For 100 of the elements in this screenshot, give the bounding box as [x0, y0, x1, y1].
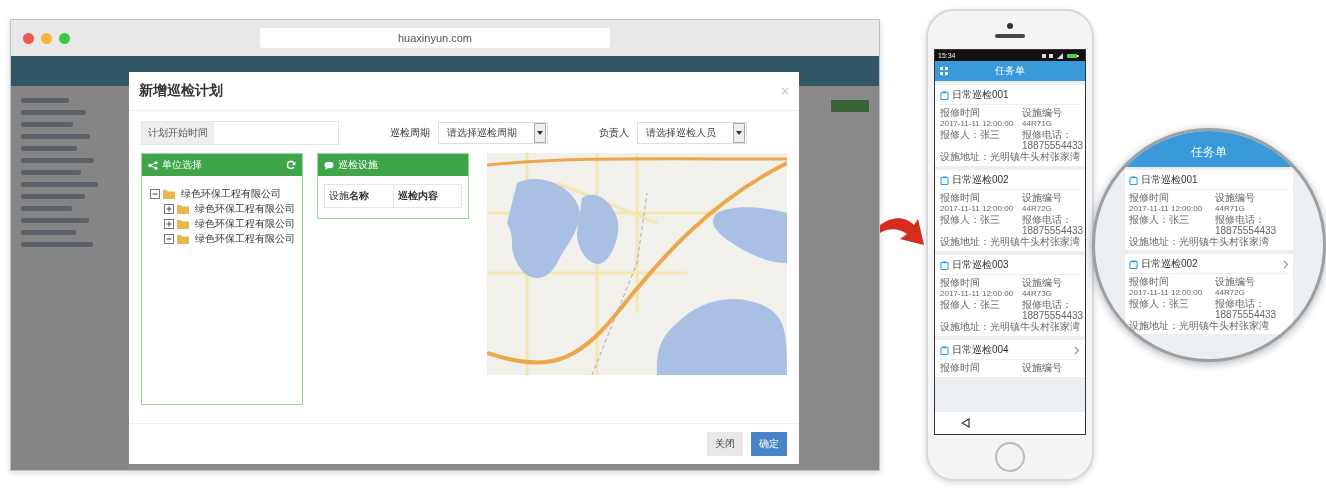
menu-item-placeholder [21, 218, 89, 223]
task-title: 日常巡检001 [952, 88, 1009, 102]
grid-icon[interactable] [940, 67, 948, 75]
share-icon [148, 160, 158, 170]
task-title: 日常巡检002 [1141, 257, 1198, 271]
address-text: 设施地址：光明镇牛头村张家湾 [1129, 236, 1270, 247]
field-text: 2017-11-11 12:00:00 [940, 203, 1015, 214]
close-dot[interactable] [23, 32, 34, 44]
folder-icon [177, 203, 189, 214]
task-card[interactable]: 日常巡检002 报修时间 设施编号 2017-11-11 12:00:00 44R72G 报修人：张三 报修电话：18875554433 设施地址：光明镇牛头村张家湾 [1125, 254, 1293, 334]
tree-item[interactable]: 绿色环保工程有限公司 [181, 186, 281, 201]
field-text: 报修人：张三 [1129, 298, 1190, 311]
app-title: 任务单 [995, 64, 1026, 78]
address-text: 设施地址：光明镇牛头村张家湾 [1129, 320, 1270, 331]
folder-icon [177, 233, 189, 244]
task-title: 日常巡检003 [952, 258, 1009, 272]
field-text: 报修人：张三 [1129, 214, 1190, 227]
field-text: 2017-11-11 12:00:00 [940, 288, 1015, 299]
confirm-button[interactable]: 确定 [751, 432, 787, 456]
menu-item-placeholder [21, 134, 90, 139]
speaker-slot [995, 33, 1025, 38]
task-card[interactable]: 日常巡检002 报修时间 设施编号 2017-11-11 12:00:00 44R72G 报修人：张三 报修电话：18875554433 设施地址：光明镇牛头村张家湾 [935, 170, 1085, 251]
address-text: 设施地址：光明镇牛头村张家湾 [940, 236, 1080, 247]
folder-icon [177, 218, 189, 229]
field-text: 报修时间 [940, 362, 981, 373]
task-title: 日常巡检002 [952, 173, 1009, 187]
minimize-dot[interactable] [41, 32, 52, 44]
task-card[interactable]: 日常巡检001 报修时间 设施编号 2017-11-11 12:00:00 44R71G 报修人：张三 报修电话：18875554433 设施地址：光明镇牛头村张家湾 [935, 85, 1085, 166]
field-text: 报修时间 [940, 277, 981, 288]
task-card[interactable]: 日常巡检001 报修时间 设施编号 2017-11-11 12:00:00 44R71G 报修人：张三 报修电话：18875554433 设施地址：光明镇牛头村张家湾 [1125, 170, 1293, 250]
field-text: 2017-11-11 12:00:00 [940, 118, 1015, 129]
collapse-icon[interactable] [150, 188, 160, 199]
caret-down-icon [537, 131, 543, 135]
task-title: 日常巡检001 [1141, 173, 1198, 187]
field-text: 44R71G [1215, 203, 1246, 214]
field-text: 报修时间 [1129, 276, 1170, 287]
folder-icon [163, 188, 175, 199]
field-text: 报修人：张三 [940, 129, 1001, 142]
chevron-right-icon [1074, 345, 1080, 355]
start-time-field[interactable]: 计划开始时间 [141, 121, 339, 145]
field-text: 报修时间 [940, 107, 981, 118]
menu-item-placeholder [21, 206, 72, 211]
menu-item-placeholder [21, 170, 81, 175]
menu-item-placeholder [21, 98, 69, 103]
owner-select[interactable]: 请选择巡检人员 [637, 122, 747, 144]
clipboard-icon [940, 90, 949, 100]
field-text: 设施编号 [1022, 192, 1063, 203]
field-text: 报修电话：18875554433 [1215, 298, 1278, 320]
field-label: 负责人 [599, 126, 629, 140]
field-text: 报修人：张三 [940, 214, 1001, 227]
field-text: 报修电话：18875554433 [1022, 299, 1084, 321]
close-button[interactable]: 关闭 [707, 432, 743, 456]
task-card[interactable]: 日常巡检004 报修时间 设施编号 [935, 340, 1085, 377]
tree-item[interactable]: 绿色环保工程有限公司 [195, 201, 295, 216]
address-text: 设施地址：光明镇牛头村张家湾 [940, 151, 1080, 162]
cycle-select[interactable]: 请选择巡检周期 [438, 122, 548, 144]
action-button-placeholder [831, 100, 869, 112]
expand-icon[interactable] [164, 203, 174, 214]
menu-item-placeholder [21, 110, 86, 115]
chat-bubble-icon [324, 160, 334, 170]
column-header: 巡检内容 [393, 185, 461, 207]
panel-title: 巡检设施 [338, 158, 378, 172]
field-text: 报修时间 [940, 192, 981, 203]
back-icon[interactable] [961, 418, 970, 428]
maximize-dot[interactable] [59, 32, 70, 44]
menu-item-placeholder [21, 230, 76, 235]
field-text: 44R72G [1022, 203, 1053, 214]
clipboard-icon [940, 260, 949, 270]
task-card[interactable]: 日常巡检003 报修时间 设施编号 2017-11-11 12:00:00 44R73G 报修人：张三 报修电话：18875554433 设施地址：光明镇牛头村张家湾 [935, 255, 1085, 336]
field-text: 设施编号 [1215, 192, 1256, 203]
home-button[interactable] [995, 442, 1025, 472]
menu-item-placeholder [21, 122, 73, 127]
collapse-icon[interactable] [164, 233, 174, 244]
close-icon[interactable] [781, 87, 789, 95]
tree-item[interactable]: 绿色环保工程有限公司 [195, 216, 295, 231]
app-title: 任务单 [1191, 144, 1227, 161]
tree-item[interactable]: 绿色环保工程有限公司 [195, 231, 295, 246]
field-text: 2017-11-11 12:00:00 [1129, 287, 1204, 298]
field-text: 44R71G [1022, 118, 1053, 129]
clipboard-icon [940, 345, 949, 355]
menu-item-placeholder [21, 242, 93, 247]
field-text: 2017-11-11 12:00:00 [1129, 203, 1204, 214]
field-text: 报修电话：18875554433 [1022, 129, 1084, 151]
clipboard-icon [940, 175, 949, 185]
caret-down-icon [736, 131, 742, 135]
field-text: 报修人：张三 [940, 299, 1001, 312]
field-text: 设施编号 [1215, 276, 1256, 287]
field-text: 44R72G [1215, 287, 1246, 298]
clipboard-icon [1129, 259, 1138, 269]
signal-battery-icon [1042, 52, 1082, 59]
field-text: 报修电话：18875554433 [1215, 214, 1278, 236]
address-bar[interactable]: huaxinyun.com [260, 28, 610, 48]
clipboard-icon [1129, 175, 1138, 185]
refresh-icon[interactable] [286, 160, 296, 170]
field-text: 设施编号 [1022, 362, 1063, 373]
expand-icon[interactable] [164, 218, 174, 229]
dialog-title: 新增巡检计划 [139, 82, 223, 100]
task-title: 日常巡检004 [952, 343, 1009, 357]
panel-title: 单位选择 [162, 158, 202, 172]
field-text: 设施编号 [1022, 107, 1063, 118]
